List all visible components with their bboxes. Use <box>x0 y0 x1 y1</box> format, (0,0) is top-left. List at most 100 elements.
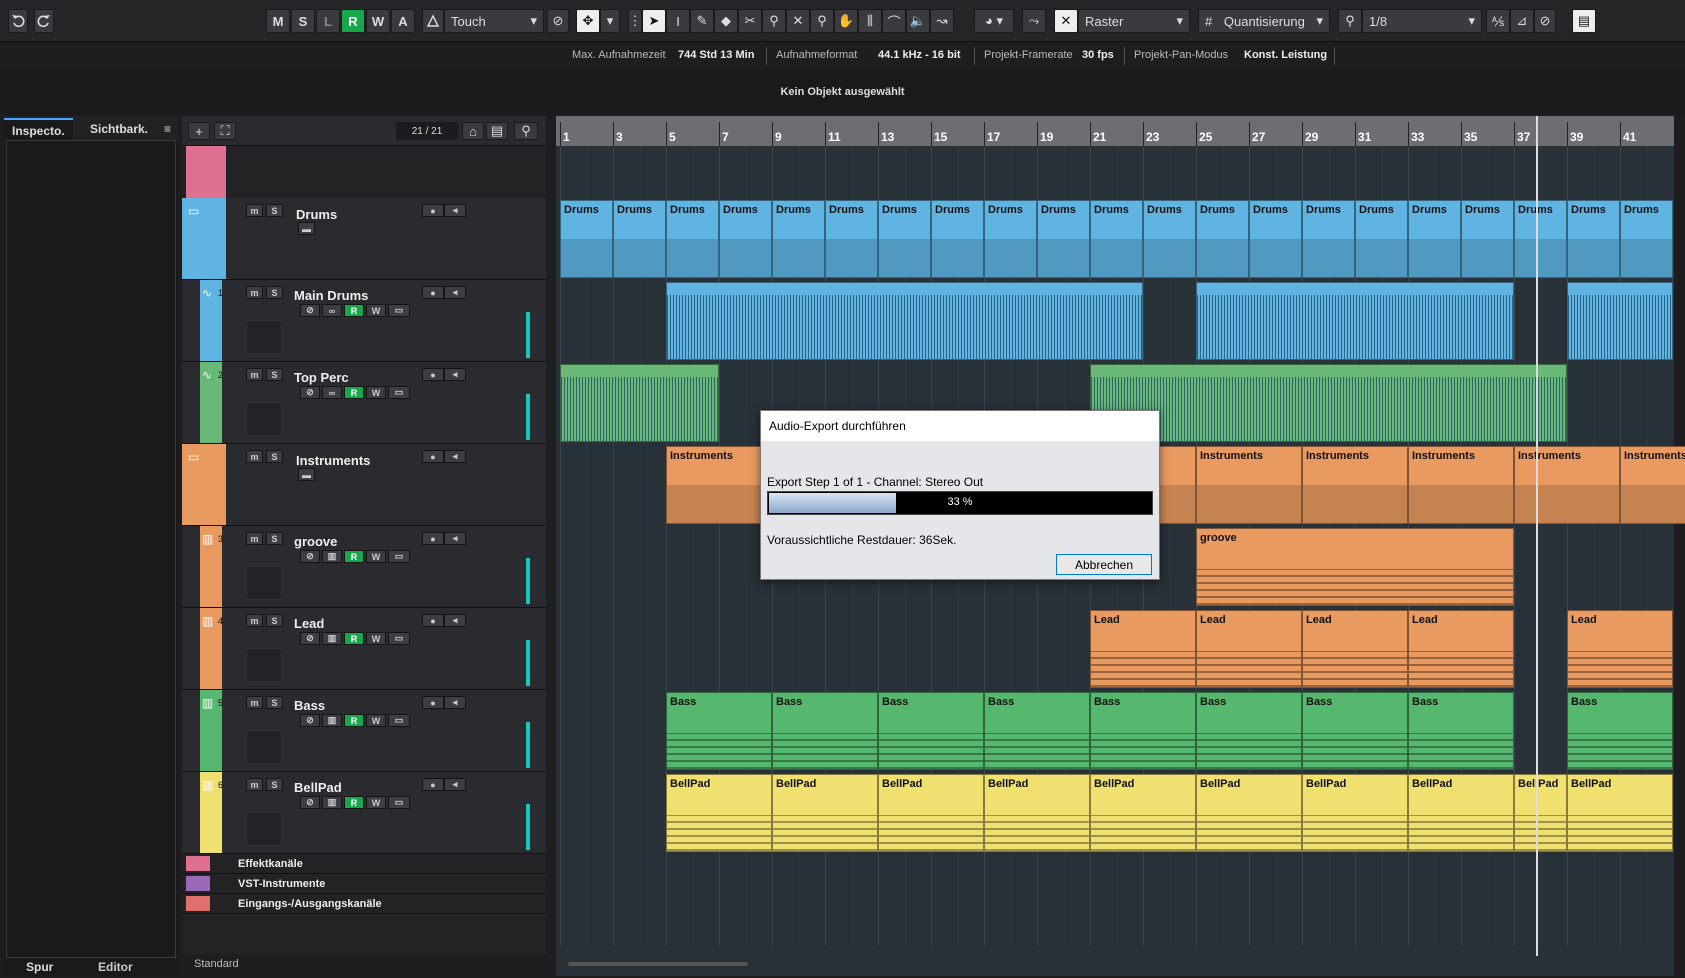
mute-button[interactable]: m <box>246 532 263 545</box>
event-part[interactable]: Drums <box>1249 200 1302 278</box>
record-enable-icon[interactable]: ● <box>422 286 444 299</box>
track-picture[interactable] <box>246 402 282 436</box>
add-track-icon[interactable]: + <box>188 122 210 140</box>
glue-tool-icon[interactable]: ⚲ <box>762 9 786 33</box>
write-automation-button[interactable]: W <box>366 550 386 563</box>
track-name[interactable]: Lead <box>294 616 324 631</box>
event-part[interactable]: BellPad <box>666 774 772 852</box>
event-part[interactable]: Drums <box>931 200 984 278</box>
menu-icon[interactable]: ≡ <box>156 118 179 140</box>
mute-button[interactable]: m <box>246 778 263 791</box>
track-top-perc[interactable]: ∿ 2 m S Top Perc ● ◂ ⊘ ∞ R W ▭ <box>182 362 546 444</box>
track-lead[interactable]: ▥ 4 m S Lead ● ◂ ⊘ ▥ R W ▭ <box>182 608 546 690</box>
write-automation-button[interactable]: W <box>366 386 386 399</box>
event-part[interactable]: Instruments <box>1302 446 1408 524</box>
pencil-tool-icon[interactable]: ✎ <box>690 9 714 33</box>
solo-button[interactable]: S <box>266 614 283 627</box>
event-part[interactable]: Lead <box>1302 610 1408 688</box>
monitor-icon[interactable]: ◂ <box>444 614 466 627</box>
snap-toggle-icon[interactable]: ✕ <box>1054 9 1078 33</box>
event-part[interactable]: Bass <box>984 692 1090 770</box>
event-part[interactable]: Lead <box>1090 610 1196 688</box>
pan-mode-value[interactable]: Konst. Leistung <box>1244 49 1327 61</box>
event-part[interactable]: Drums <box>1408 200 1461 278</box>
edit-channel-icon[interactable]: ⊘ <box>300 304 320 317</box>
event-part[interactable]: Drums <box>1620 200 1673 278</box>
event-part[interactable]: Bass <box>666 692 772 770</box>
track-name[interactable]: BellPad <box>294 780 342 795</box>
ruler[interactable]: 1 3 5 7 9 11 13 15 17 19 21 23 25 27 29 31 33 35 37 39 41 <box>556 116 1674 146</box>
track-picture[interactable] <box>246 320 282 354</box>
write-automation-button[interactable]: W <box>366 714 386 727</box>
iterative-quantize-icon[interactable]: ⅍ <box>1486 9 1510 33</box>
event-part[interactable]: Drums <box>1567 200 1620 278</box>
edit-icon[interactable]: ⊘ <box>547 9 569 33</box>
track-name[interactable]: Instruments <box>296 453 370 468</box>
event-part[interactable]: Bass <box>772 692 878 770</box>
edit-channel-icon[interactable]: ⊘ <box>300 550 320 563</box>
event-part[interactable]: BellPad <box>878 774 984 852</box>
line-tool-icon[interactable]: ⌒ <box>882 9 906 33</box>
track-picture[interactable] <box>246 730 282 764</box>
track-drums[interactable]: ▭ m S Drums ● ◂ ▬ <box>182 198 546 280</box>
snap-type-select[interactable]: Raster ▾ <box>1078 9 1190 33</box>
record-enable-icon[interactable]: ● <box>422 696 444 709</box>
event-part[interactable]: Lead <box>1196 610 1302 688</box>
lane-icon[interactable]: ∞ <box>322 386 342 399</box>
event-part[interactable]: BellPad <box>1302 774 1408 852</box>
monitor-icon[interactable]: ◂ <box>444 778 466 791</box>
event-part[interactable]: Instruments <box>1196 446 1302 524</box>
folder-menu-icon[interactable]: ▬ <box>298 222 315 235</box>
solo-button[interactable]: S <box>266 368 283 381</box>
event-part[interactable]: BellPad <box>1567 774 1673 852</box>
mode-l-button[interactable]: L <box>316 9 340 33</box>
track-main-drums[interactable]: ∿ 1 m S Main Drums ● ◂ ⊘ ∞ R W ▭ <box>182 280 546 362</box>
search-icon[interactable]: ⚲ <box>514 122 538 140</box>
mute-button[interactable]: m <box>246 368 263 381</box>
range-tool-icon[interactable]: I <box>666 9 690 33</box>
comp-tool-icon[interactable]: ↝ <box>930 9 954 33</box>
framerate-value[interactable]: 30 fps <box>1082 49 1114 61</box>
rec-format-label[interactable]: Aufnahmeformat <box>776 49 857 61</box>
snap-mode-icon[interactable]: ✥ <box>576 9 600 33</box>
track-picture[interactable] <box>246 648 282 682</box>
solo-button[interactable]: S <box>266 778 283 791</box>
framerate-label[interactable]: Projekt-Framerate <box>984 49 1073 61</box>
solo-button[interactable]: S <box>266 204 283 217</box>
monitor-icon[interactable]: ◂ <box>444 368 466 381</box>
record-enable-icon[interactable]: ● <box>422 368 444 381</box>
lane-icon[interactable]: ▥ <box>322 796 342 809</box>
event-part[interactable]: Drums <box>1461 200 1514 278</box>
keyboard-icon[interactable]: ▭ <box>388 632 410 645</box>
track-bellpad[interactable]: ▥ 6 m S BellPad ● ◂ ⊘ ▥ R W ▭ <box>182 772 546 854</box>
pointer-tool-icon[interactable]: ➤ <box>642 9 666 33</box>
event-part[interactable]: Drums <box>878 200 931 278</box>
event-part[interactable]: Drums <box>772 200 825 278</box>
event-part[interactable]: Instruments <box>1408 446 1514 524</box>
event-part[interactable]: Bass <box>1302 692 1408 770</box>
monitor-icon[interactable]: ◂ <box>444 450 466 463</box>
record-enable-icon[interactable]: ● <box>422 450 444 463</box>
event-part[interactable]: Bass <box>1090 692 1196 770</box>
read-automation-button[interactable]: R <box>344 796 364 809</box>
read-automation-button[interactable]: R <box>344 550 364 563</box>
lane-icon[interactable]: ▥ <box>322 632 342 645</box>
event-part[interactable]: Drums <box>1143 200 1196 278</box>
color-picker-icon[interactable]: ◕ ▾ <box>974 9 1014 33</box>
event-part[interactable]: Bass <box>1196 692 1302 770</box>
timewarp-tool-icon[interactable]: ⫼ <box>858 9 882 33</box>
event-part[interactable]: Instruments <box>1620 446 1685 524</box>
lane-icon[interactable]: ▥ <box>322 714 342 727</box>
read-automation-button[interactable]: R <box>344 386 364 399</box>
track-picture[interactable] <box>246 566 282 600</box>
read-automation-button[interactable]: R <box>344 304 364 317</box>
event-part[interactable]: BellPad <box>1408 774 1514 852</box>
chevron-down-icon[interactable]: ▾ <box>600 9 620 33</box>
mute-button[interactable]: m <box>246 450 263 463</box>
mode-s-button[interactable]: S <box>291 9 315 33</box>
quantize-search-icon[interactable]: ⚲ <box>1338 9 1362 33</box>
folder-name[interactable]: VST-Instrumente <box>238 878 325 890</box>
keyboard-icon[interactable]: ▭ <box>388 304 410 317</box>
track-name[interactable]: Drums <box>296 207 337 222</box>
redo-icon[interactable] <box>34 9 54 33</box>
